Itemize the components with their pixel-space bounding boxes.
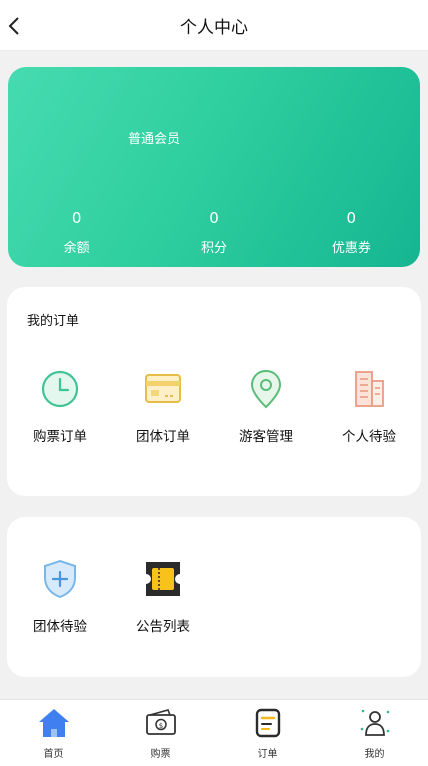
stat-value: 0 [209,209,219,227]
stat-label: 余额 [63,241,90,256]
stat-balance[interactable]: 0 余额 [8,207,145,256]
location-pin-icon [250,369,282,409]
ticket-icon [146,562,180,596]
home-icon [38,709,69,737]
cash-icon: $ [145,709,176,735]
tab-orders[interactable]: 订单 [214,700,321,766]
notice-list-item[interactable]: 公告列表 [110,557,216,635]
tab-label: 我的 [364,749,385,760]
member-card: 普通会员 0 余额 0 积分 0 优惠券 [8,67,420,267]
stat-points[interactable]: 0 积分 [145,207,282,256]
ticket-orders-item[interactable]: 购票订单 [7,367,113,445]
building-icon [355,371,384,407]
stat-label: 积分 [200,241,227,256]
member-stats: 0 余额 0 积分 0 优惠券 [8,207,420,256]
chevron-left-icon [8,17,19,35]
my-orders-card: 我的订单 购票订单 团体订单 游客管理 个人待验 [7,287,421,496]
stat-coupons[interactable]: 0 优惠券 [283,207,420,256]
card-icon [145,374,181,403]
section-title: 我的订单 [27,314,80,329]
item-label: 购票订单 [33,429,87,445]
personal-pending-item[interactable]: 个人待验 [316,367,422,445]
bottom-tab-bar: 首页 $ 购票 订单 我的 [0,699,428,766]
visitor-management-item[interactable]: 游客管理 [213,367,319,445]
svg-text:$: $ [158,722,162,730]
item-label: 个人待验 [342,429,396,445]
tab-mine[interactable]: 我的 [321,700,428,766]
tab-label: 首页 [43,749,64,760]
page-title: 个人中心 [180,17,248,38]
item-label: 团体待验 [33,619,87,635]
stat-value: 0 [71,209,82,227]
top-header: 个人中心 [0,0,428,51]
group-pending-item[interactable]: 团体待验 [7,557,113,635]
tab-label: 订单 [257,749,278,760]
item-label: 团体订单 [136,429,190,445]
stat-label: 优惠券 [331,241,371,256]
back-button[interactable] [2,12,26,40]
item-label: 游客管理 [239,429,293,445]
member-level: 普通会员 [128,132,181,147]
clock-icon [41,370,79,408]
stat-value: 0 [346,209,357,227]
shield-plus-icon [44,559,76,599]
order-icon [255,708,280,738]
item-label: 公告列表 [136,619,190,635]
tab-home[interactable]: 首页 [0,700,107,766]
person-icon [360,709,389,736]
group-orders-item[interactable]: 团体订单 [110,367,216,445]
tab-buy-ticket[interactable]: $ 购票 [107,700,214,766]
tab-label: 购票 [150,749,171,760]
services-card: 团体待验 公告列表 [7,517,421,677]
